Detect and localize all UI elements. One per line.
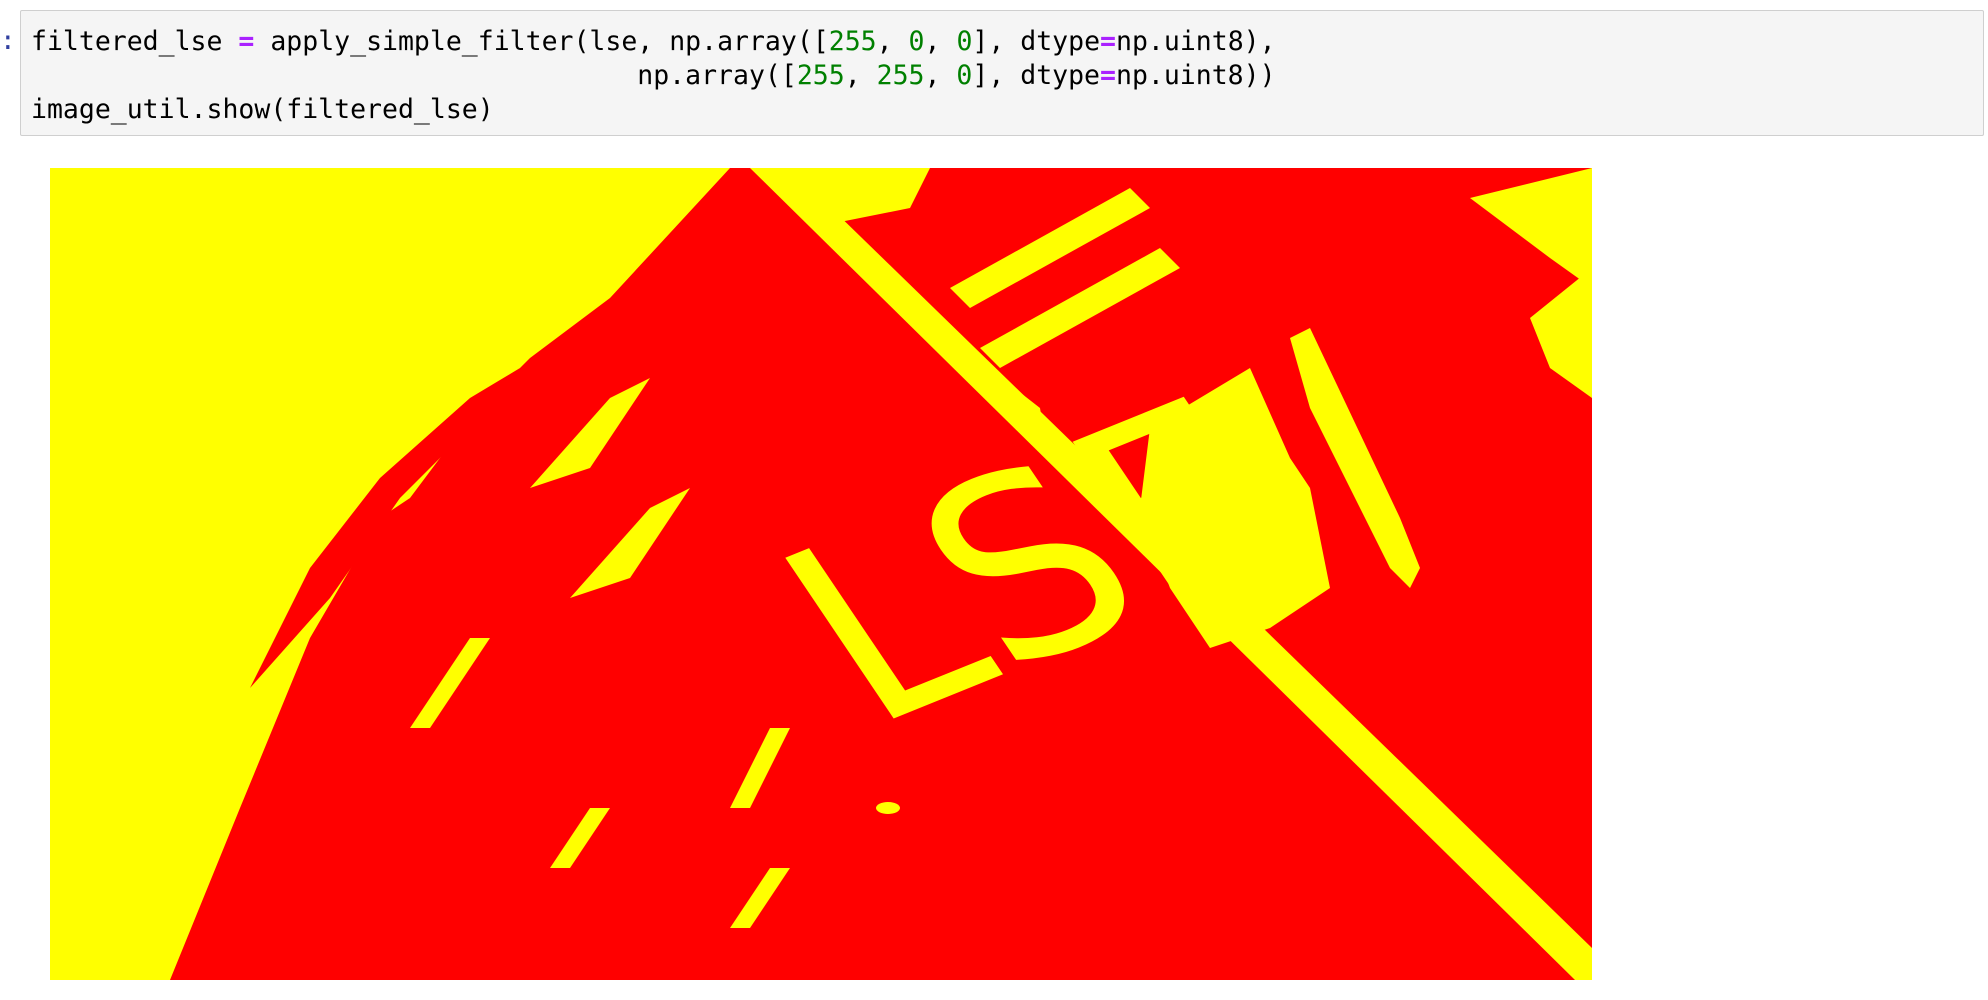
code-text-token: np.array([ xyxy=(31,60,797,91)
output-image: LSE xyxy=(50,168,1592,980)
code-number-token: 255 xyxy=(796,60,845,91)
code-editor[interactable]: filtered_lse = apply_simple_filter(lse, … xyxy=(31,25,1276,127)
code-text-token: ], dtype xyxy=(972,60,1101,91)
output-area: LSE xyxy=(50,168,1592,980)
code-line: filtered_lse = apply_simple_filter(lse, … xyxy=(31,26,1276,57)
code-text-token: image_util.show(filtered_lse) xyxy=(31,94,494,125)
code-text-token: np.uint8), xyxy=(1116,26,1276,57)
code-text-token: apply_simple_filter(lse, np.array([ xyxy=(254,26,829,57)
code-text-token: ], dtype xyxy=(972,26,1101,57)
code-number-token: 0 xyxy=(956,26,973,57)
code-line: np.array([255, 255, 0], dtype=np.uint8)) xyxy=(31,60,1276,91)
code-text-token: , xyxy=(924,26,957,57)
code-text-token: , xyxy=(876,26,909,57)
code-text-token: np.uint8)) xyxy=(1115,60,1276,91)
code-number-token: 255 xyxy=(828,26,877,57)
cell-prompt: : xyxy=(0,26,16,56)
code-text-token: filtered_lse xyxy=(31,26,239,57)
code-line: image_util.show(filtered_lse) xyxy=(31,94,494,125)
highlight-spot xyxy=(876,802,900,814)
code-number-token: 255 xyxy=(876,60,925,91)
code-operator-token: = xyxy=(1100,26,1117,57)
code-operator-token: = xyxy=(1100,60,1116,91)
code-operator-token: = xyxy=(238,26,255,57)
code-number-token: 0 xyxy=(956,60,973,91)
code-text-token: , xyxy=(924,60,957,91)
notebook-cell: : filtered_lse = apply_simple_filter(lse… xyxy=(0,0,1988,1000)
code-text-token: , xyxy=(844,60,877,91)
code-input-area[interactable]: filtered_lse = apply_simple_filter(lse, … xyxy=(20,10,1984,136)
code-number-token: 0 xyxy=(908,26,925,57)
